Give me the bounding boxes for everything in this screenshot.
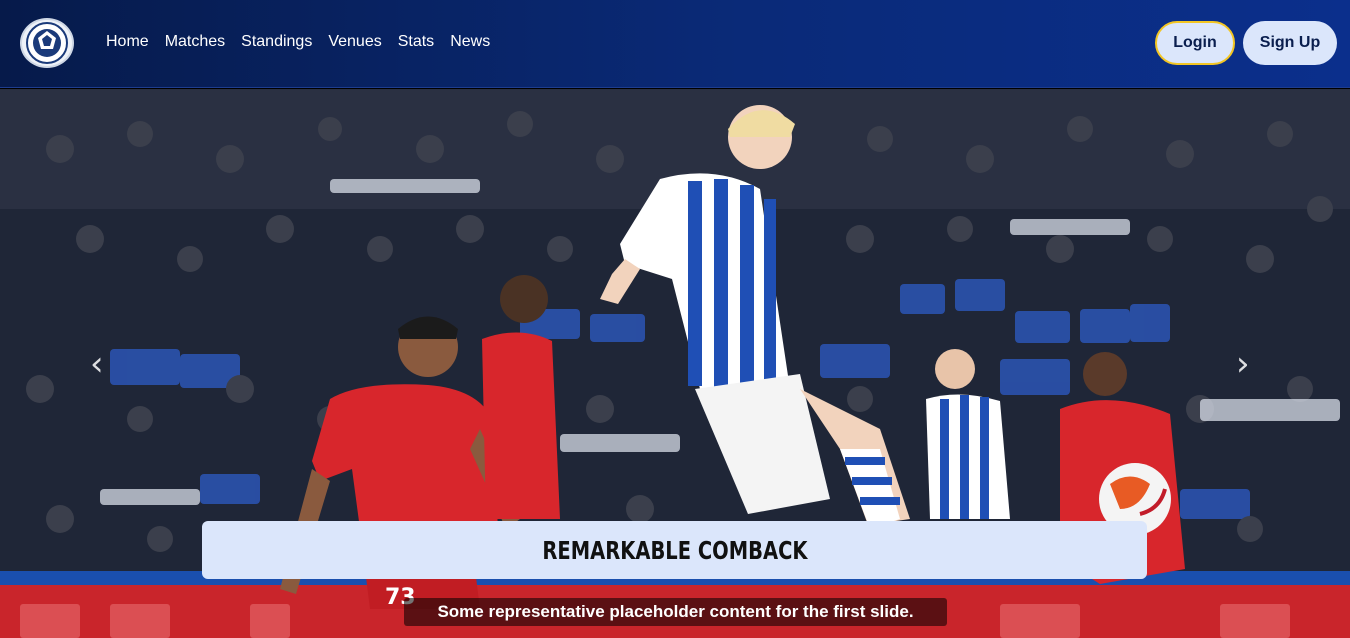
nav-standings[interactable]: Standings — [241, 33, 312, 51]
slide-title: REMARKABLE COMBACK — [541, 535, 808, 565]
nav-venues[interactable]: Venues — [328, 33, 381, 51]
chevron-left-icon[interactable]: ‹ — [90, 347, 104, 381]
chevron-right-icon[interactable]: › — [1236, 347, 1250, 381]
login-button[interactable]: Login — [1155, 21, 1235, 65]
main-nav: Home Matches Standings Venues Stats News — [106, 33, 506, 51]
navbar: Home Matches Standings Venues Stats News… — [0, 0, 1350, 88]
nav-matches[interactable]: Matches — [165, 33, 225, 51]
nav-stats[interactable]: Stats — [398, 33, 434, 51]
slide-caption-box: Some representative placeholder content … — [404, 598, 947, 626]
nav-news[interactable]: News — [450, 33, 490, 51]
brand-logo[interactable] — [20, 18, 74, 68]
nav-home[interactable]: Home — [106, 33, 149, 51]
signup-button[interactable]: Sign Up — [1243, 21, 1337, 65]
hero-carousel: 73 ‹ › REMARKABLE COMBACK Some represent… — [0, 89, 1350, 638]
slide-title-box: REMARKABLE COMBACK — [202, 521, 1147, 579]
league-ball-crest-icon — [26, 22, 68, 64]
slide-caption: Some representative placeholder content … — [437, 602, 914, 621]
